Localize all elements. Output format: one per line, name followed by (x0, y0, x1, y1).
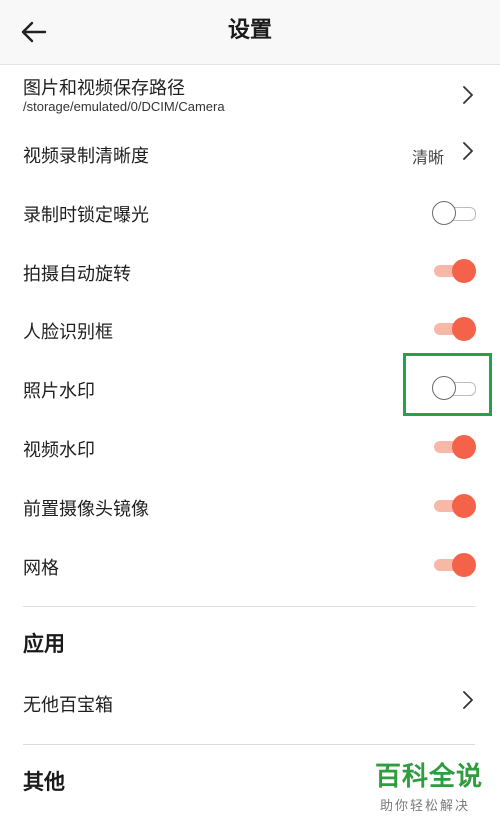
divider (23, 606, 475, 607)
watermark-brand: 百科全说 (375, 762, 484, 792)
setting-front-mirror: 前置摄像头镜像 (0, 477, 500, 536)
highlight-box (403, 353, 492, 416)
front-mirror-label: 前置摄像头镜像 (23, 499, 149, 520)
section-title-apps: 应用 (23, 632, 65, 656)
lock-exposure-toggle[interactable] (432, 199, 476, 227)
chevron-right-icon (462, 86, 474, 104)
save-path-value: /storage/emulated/0/DCIM/Camera (23, 99, 225, 114)
grid-label: 网格 (23, 558, 59, 579)
section-title-other: 其他 (23, 770, 65, 794)
grid-toggle[interactable] (432, 551, 476, 579)
watermark-logo: 百科全说 助你轻松解决 (375, 756, 490, 814)
front-mirror-toggle[interactable] (432, 492, 476, 520)
lock-exposure-label: 录制时锁定曝光 (23, 205, 149, 226)
setting-lock-exposure: 录制时锁定曝光 (0, 182, 500, 241)
page-title: 设置 (227, 18, 272, 43)
setting-grid: 网格 (0, 536, 500, 595)
auto-rotate-label: 拍摄自动旋转 (23, 264, 131, 285)
setting-video-watermark: 视频水印 (0, 418, 500, 477)
chevron-right-icon (462, 142, 474, 160)
setting-auto-rotate: 拍摄自动旋转 (0, 241, 500, 300)
video-quality-label: 视频录制清晰度 (23, 146, 149, 167)
setting-toolbox[interactable]: 无他百宝箱 (0, 674, 500, 732)
video-watermark-label: 视频水印 (23, 440, 95, 461)
setting-face-frame: 人脸识别框 (0, 300, 500, 359)
save-path-label: 图片和视频保存路径 (23, 78, 185, 99)
video-watermark-toggle[interactable] (432, 433, 476, 461)
setting-video-quality[interactable]: 视频录制清晰度 清晰 (0, 128, 500, 182)
setting-save-path[interactable]: 图片和视频保存路径 /storage/emulated/0/DCIM/Camer… (0, 66, 500, 128)
divider (23, 744, 475, 745)
watermark-slogan: 助你轻松解决 (380, 799, 471, 814)
photo-watermark-label: 照片水印 (23, 381, 95, 402)
chevron-right-icon (462, 691, 474, 709)
face-frame-label: 人脸识别框 (23, 322, 113, 343)
auto-rotate-toggle[interactable] (432, 257, 476, 285)
app-header: 设置 (0, 0, 500, 65)
toolbox-label: 无他百宝箱 (23, 695, 113, 716)
face-frame-toggle[interactable] (432, 315, 476, 343)
video-quality-value: 清晰 (411, 148, 444, 167)
